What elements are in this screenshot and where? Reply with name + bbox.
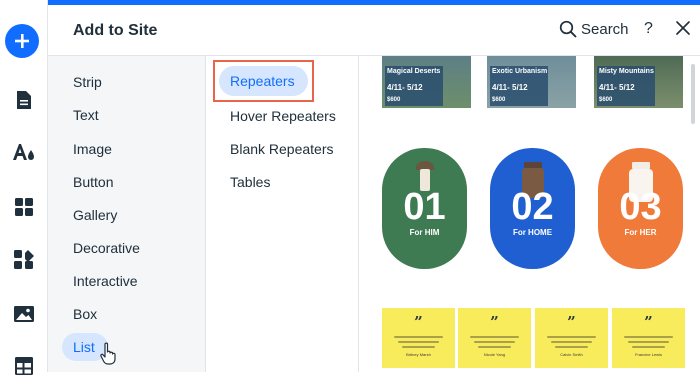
search-icon bbox=[559, 20, 577, 38]
quote-text-line bbox=[555, 346, 588, 348]
search-label: Search bbox=[581, 20, 629, 38]
travel-card: Exotic Urbanism 4/11- 5/12 $600 bbox=[490, 66, 548, 106]
theme-icon bbox=[13, 144, 34, 160]
travel-card-price: $600 bbox=[387, 97, 401, 103]
table-icon bbox=[15, 357, 33, 375]
subcategory-repeaters-label: Repeaters bbox=[230, 73, 295, 89]
media-icon bbox=[14, 306, 34, 322]
travel-card-dates: 4/11- 5/12 bbox=[599, 83, 635, 92]
testimonial-card[interactable]: ” Nicole Yang bbox=[458, 308, 531, 368]
testimonial-author: Nicole Yang bbox=[483, 352, 506, 357]
travel-card-name: Exotic Urbanism bbox=[492, 68, 548, 75]
quote-mark: ” bbox=[644, 313, 653, 331]
testimonial-card[interactable]: ” Francine Lewis bbox=[612, 308, 685, 368]
theme-button[interactable] bbox=[0, 132, 48, 172]
page-icon bbox=[17, 91, 31, 109]
extensions-icon bbox=[14, 250, 34, 269]
travel-card-price: $600 bbox=[599, 97, 613, 103]
travel-card-name: Magical Deserts bbox=[387, 68, 441, 75]
quote-text-line bbox=[398, 341, 439, 343]
product-label: For HIM bbox=[409, 228, 440, 237]
repeater-preview-travel[interactable]: Magical Deserts 4/11- 5/12 $600 bbox=[382, 56, 471, 108]
product-card[interactable]: 03 For HER bbox=[598, 148, 683, 269]
search-button[interactable]: Search bbox=[559, 20, 629, 38]
category-strip[interactable]: Strip bbox=[73, 74, 102, 90]
quote-text-line bbox=[478, 346, 511, 348]
apps-icon bbox=[15, 198, 33, 216]
quote-text-line bbox=[394, 336, 443, 338]
product-number: 02 bbox=[511, 186, 554, 228]
product-card[interactable]: 02 For HOME bbox=[490, 148, 575, 269]
category-text[interactable]: Text bbox=[73, 107, 99, 123]
repeater-preview-travel[interactable]: Exotic Urbanism 4/11- 5/12 $600 bbox=[487, 56, 576, 108]
travel-card: Magical Deserts 4/11- 5/12 $600 bbox=[385, 66, 443, 106]
quote-mark: ” bbox=[490, 313, 499, 331]
quote-text-line bbox=[474, 341, 515, 343]
subcategory-repeaters-selected[interactable]: Repeaters bbox=[219, 66, 308, 96]
category-box[interactable]: Box bbox=[73, 306, 97, 322]
category-decorative[interactable]: Decorative bbox=[73, 240, 140, 256]
subcategory-hover-repeaters[interactable]: Hover Repeaters bbox=[230, 108, 336, 124]
category-interactive[interactable]: Interactive bbox=[73, 273, 138, 289]
travel-card-dates: 4/11- 5/12 bbox=[492, 83, 528, 92]
quote-text-line bbox=[624, 336, 673, 338]
product-card[interactable]: 01 For HIM bbox=[382, 148, 467, 269]
hand-cursor-icon bbox=[100, 342, 116, 365]
close-icon[interactable] bbox=[674, 19, 692, 37]
testimonial-author: Francine Lewis bbox=[635, 352, 662, 357]
media-button[interactable] bbox=[0, 294, 48, 334]
quote-mark: ” bbox=[414, 313, 423, 331]
testimonial-author: Calvin Smith bbox=[560, 352, 583, 357]
extensions-button[interactable] bbox=[0, 240, 48, 280]
subcategory-tables[interactable]: Tables bbox=[230, 174, 270, 190]
subcategory-blank-repeaters[interactable]: Blank Repeaters bbox=[230, 141, 334, 157]
pages-button[interactable] bbox=[0, 80, 48, 120]
apps-button[interactable] bbox=[0, 187, 48, 227]
repeater-preview-travel[interactable]: Misty Mountains 4/11- 5/12 $600 bbox=[594, 56, 683, 108]
quote-text-line bbox=[470, 336, 519, 338]
category-button[interactable]: Button bbox=[73, 174, 113, 190]
add-icon bbox=[15, 34, 29, 48]
quote-mark: ” bbox=[567, 313, 576, 331]
travel-card: Misty Mountains 4/11- 5/12 $600 bbox=[597, 66, 655, 106]
testimonial-author: Britney Marsh bbox=[406, 352, 431, 357]
panel-header: Add to Site Search ? bbox=[48, 5, 700, 56]
product-label: For HOME bbox=[512, 228, 553, 237]
quote-text-line bbox=[628, 341, 669, 343]
preview-area: Magical Deserts 4/11- 5/12 $600 Exotic U… bbox=[359, 56, 686, 372]
category-image[interactable]: Image bbox=[73, 141, 112, 157]
left-tool-rail bbox=[0, 0, 48, 375]
help-button[interactable]: ? bbox=[644, 20, 653, 38]
table-button[interactable] bbox=[0, 346, 48, 386]
scrollbar-thumb[interactable] bbox=[691, 64, 695, 124]
quote-text-line bbox=[402, 346, 435, 348]
quote-text-line bbox=[632, 346, 665, 348]
preview-scrollbar[interactable] bbox=[686, 56, 700, 372]
product-number: 03 bbox=[619, 186, 662, 228]
testimonial-card[interactable]: ” Britney Marsh bbox=[382, 308, 455, 368]
product-label: For HER bbox=[624, 228, 657, 237]
quote-text-line bbox=[547, 336, 596, 338]
category-list-label: List bbox=[73, 339, 95, 355]
testimonial-card[interactable]: ” Calvin Smith bbox=[535, 308, 608, 368]
add-elements-button[interactable] bbox=[5, 24, 39, 58]
travel-card-price: $600 bbox=[492, 97, 506, 103]
travel-card-dates: 4/11- 5/12 bbox=[387, 83, 423, 92]
category-gallery[interactable]: Gallery bbox=[73, 207, 117, 223]
quote-text-line bbox=[551, 341, 592, 343]
product-number: 01 bbox=[403, 186, 446, 228]
travel-card-name: Misty Mountains bbox=[599, 68, 654, 75]
category-list: Strip Text Image Button Gallery Decorati… bbox=[48, 56, 206, 372]
panel-title: Add to Site bbox=[73, 22, 158, 39]
subcategory-list: Repeaters Hover Repeaters Blank Repeater… bbox=[206, 56, 359, 372]
